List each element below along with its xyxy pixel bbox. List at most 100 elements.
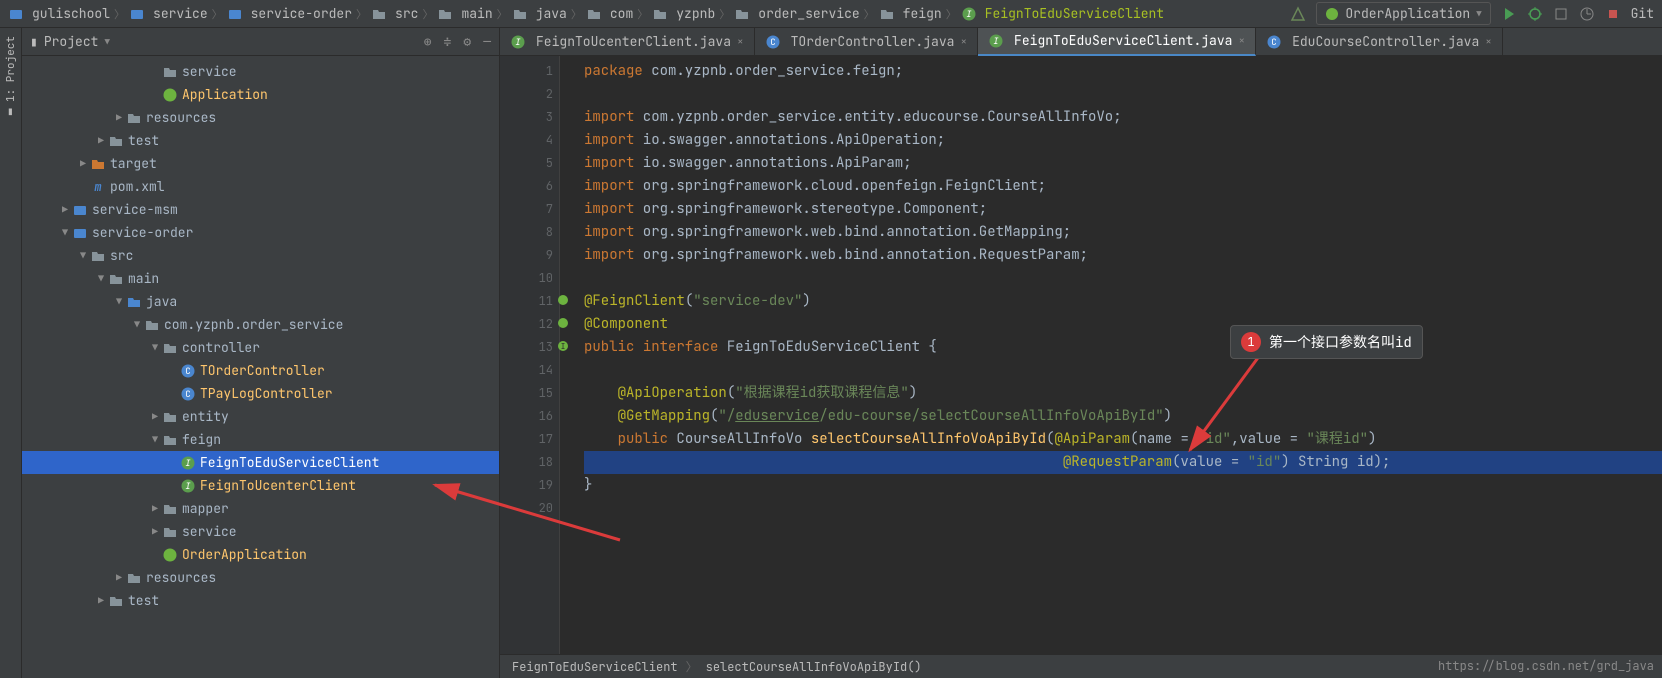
- breadcrumb-item[interactable]: selectCourseAllInfoVoApiById(): [706, 659, 922, 675]
- editor-tab[interactable]: CEduCourseController.java×: [1256, 28, 1503, 56]
- code-line[interactable]: public CourseAllInfoVo selectCourseAllIn…: [584, 428, 1662, 451]
- tree-node[interactable]: IFeignToEduServiceClient: [22, 451, 499, 474]
- code-line[interactable]: [584, 267, 1662, 290]
- breadcrumb-item[interactable]: order_service: [734, 5, 859, 22]
- tree-node[interactable]: Application: [22, 83, 499, 106]
- tree-node[interactable]: ▼feign: [22, 428, 499, 451]
- code-line[interactable]: }: [584, 474, 1662, 497]
- code-line[interactable]: [584, 497, 1662, 520]
- tree-node[interactable]: CTOrderController: [22, 359, 499, 382]
- tree-node[interactable]: ▶target: [22, 152, 499, 175]
- build-icon[interactable]: [1290, 6, 1306, 22]
- project-tool-tab[interactable]: ▮ 1: Project: [0, 28, 22, 127]
- tree-arrow-icon[interactable]: ▶: [148, 502, 162, 515]
- breadcrumb-item[interactable]: service-order: [227, 5, 352, 22]
- tree-node[interactable]: ▶resources: [22, 106, 499, 129]
- breadcrumb-item[interactable]: main: [437, 5, 492, 22]
- tree-node[interactable]: IFeignToUcenterClient: [22, 474, 499, 497]
- tree-arrow-icon[interactable]: ▼: [148, 341, 162, 354]
- tree-node[interactable]: ▼src: [22, 244, 499, 267]
- tree-node[interactable]: ▶mapper: [22, 497, 499, 520]
- code-line[interactable]: import org.springframework.web.bind.anno…: [584, 221, 1662, 244]
- code-line[interactable]: import org.springframework.web.bind.anno…: [584, 244, 1662, 267]
- tree-node[interactable]: mpom.xml: [22, 175, 499, 198]
- code-line[interactable]: @ApiOperation("根据课程id获取课程信息"): [584, 382, 1662, 405]
- tree-arrow-icon[interactable]: ▼: [76, 249, 90, 262]
- stop-icon[interactable]: [1605, 6, 1621, 22]
- code-line[interactable]: public interface FeignToEduServiceClient…: [584, 336, 1662, 359]
- breadcrumb-item[interactable]: gulischool: [8, 5, 110, 22]
- code-content[interactable]: package com.yzpnb.order_service.feign; i…: [560, 56, 1662, 654]
- breadcrumb-label: gulischool: [32, 5, 110, 22]
- code-line[interactable]: import org.springframework.cloud.openfei…: [584, 175, 1662, 198]
- breadcrumb-item[interactable]: yzpnb: [652, 5, 715, 22]
- tree-arrow-icon[interactable]: ▶: [112, 571, 126, 584]
- breadcrumb-item[interactable]: FeignToEduServiceClient: [512, 659, 678, 675]
- tree-arrow-icon[interactable]: ▶: [76, 157, 90, 170]
- tree-node[interactable]: ▼java: [22, 290, 499, 313]
- breadcrumb-item[interactable]: service: [129, 5, 208, 22]
- code-line[interactable]: @GetMapping("/eduservice/edu-course/sele…: [584, 405, 1662, 428]
- tree-node[interactable]: ▼main: [22, 267, 499, 290]
- tree-node[interactable]: ▼service-order: [22, 221, 499, 244]
- code-line[interactable]: import io.swagger.annotations.ApiParam;: [584, 152, 1662, 175]
- close-icon[interactable]: ×: [737, 35, 744, 49]
- debug-icon[interactable]: [1527, 6, 1543, 22]
- gear-icon[interactable]: ⚙: [463, 33, 471, 50]
- coverage-icon[interactable]: [1553, 6, 1569, 22]
- editor-tab[interactable]: CTOrderController.java×: [755, 28, 978, 56]
- code-line[interactable]: import com.yzpnb.order_service.entity.ed…: [584, 106, 1662, 129]
- tree-node[interactable]: ▶test: [22, 129, 499, 152]
- tree-node[interactable]: service: [22, 60, 499, 83]
- tree-node[interactable]: ▼com.yzpnb.order_service: [22, 313, 499, 336]
- editor-tab[interactable]: IFeignToUcenterClient.java×: [500, 28, 755, 56]
- code-line[interactable]: package com.yzpnb.order_service.feign;: [584, 60, 1662, 83]
- tree-arrow-icon[interactable]: ▶: [112, 111, 126, 124]
- code-line[interactable]: @RequestParam(value = "id") String id);: [584, 451, 1662, 474]
- tree-arrow-icon[interactable]: ▼: [112, 295, 126, 308]
- tree-arrow-icon[interactable]: ▶: [148, 525, 162, 538]
- code-line[interactable]: [584, 83, 1662, 106]
- editor-tab[interactable]: IFeignToEduServiceClient.java×: [978, 28, 1256, 56]
- tree-node[interactable]: ▶service: [22, 520, 499, 543]
- tree-node[interactable]: ▶entity: [22, 405, 499, 428]
- hide-icon[interactable]: —: [483, 33, 491, 50]
- tree-arrow-icon[interactable]: ▶: [94, 134, 108, 147]
- breadcrumb-item[interactable]: src: [371, 5, 418, 22]
- tree-arrow-icon[interactable]: ▶: [58, 203, 72, 216]
- tree-node[interactable]: OrderApplication: [22, 543, 499, 566]
- chevron-down-icon[interactable]: ▼: [104, 36, 109, 48]
- code-viewport[interactable]: 12345678910111213I14151617181920 package…: [500, 56, 1662, 654]
- tree-arrow-icon[interactable]: ▼: [94, 272, 108, 285]
- close-icon[interactable]: ×: [1238, 34, 1245, 48]
- code-line[interactable]: [584, 359, 1662, 382]
- tree-arrow-icon[interactable]: ▶: [148, 410, 162, 423]
- close-icon[interactable]: ×: [960, 35, 967, 49]
- locate-icon[interactable]: ⊕: [424, 33, 432, 50]
- run-icon[interactable]: [1501, 6, 1517, 22]
- tree-arrow-icon[interactable]: ▶: [94, 594, 108, 607]
- breadcrumb-item[interactable]: com: [586, 5, 633, 22]
- close-icon[interactable]: ×: [1485, 35, 1492, 49]
- tree-node[interactable]: CTPayLogController: [22, 382, 499, 405]
- breadcrumb-item[interactable]: feign: [879, 5, 942, 22]
- profiler-icon[interactable]: [1579, 6, 1595, 22]
- tree-node[interactable]: ▶test: [22, 589, 499, 612]
- project-tree[interactable]: serviceApplication▶resources▶test▶target…: [22, 56, 499, 678]
- expand-icon[interactable]: ≑: [444, 33, 452, 50]
- code-line[interactable]: import org.springframework.stereotype.Co…: [584, 198, 1662, 221]
- breadcrumb-item[interactable]: java: [512, 5, 567, 22]
- tree-arrow-icon[interactable]: ▼: [130, 318, 144, 331]
- code-line[interactable]: @Component: [584, 313, 1662, 336]
- code-line[interactable]: import io.swagger.annotations.ApiOperati…: [584, 129, 1662, 152]
- tree-node[interactable]: ▼controller: [22, 336, 499, 359]
- code-line[interactable]: @FeignClient("service-dev"): [584, 290, 1662, 313]
- run-config-dropdown[interactable]: OrderApplication ▼: [1316, 2, 1490, 25]
- tree-node-label: service: [182, 63, 237, 80]
- tree-node[interactable]: ▶service-msm: [22, 198, 499, 221]
- tree-arrow-icon[interactable]: ▼: [58, 226, 72, 239]
- breadcrumb-item[interactable]: IFeignToEduServiceClient: [961, 5, 1164, 22]
- tree-node[interactable]: ▶resources: [22, 566, 499, 589]
- tree-arrow-icon[interactable]: ▼: [148, 433, 162, 446]
- folder-icon: [90, 248, 106, 264]
